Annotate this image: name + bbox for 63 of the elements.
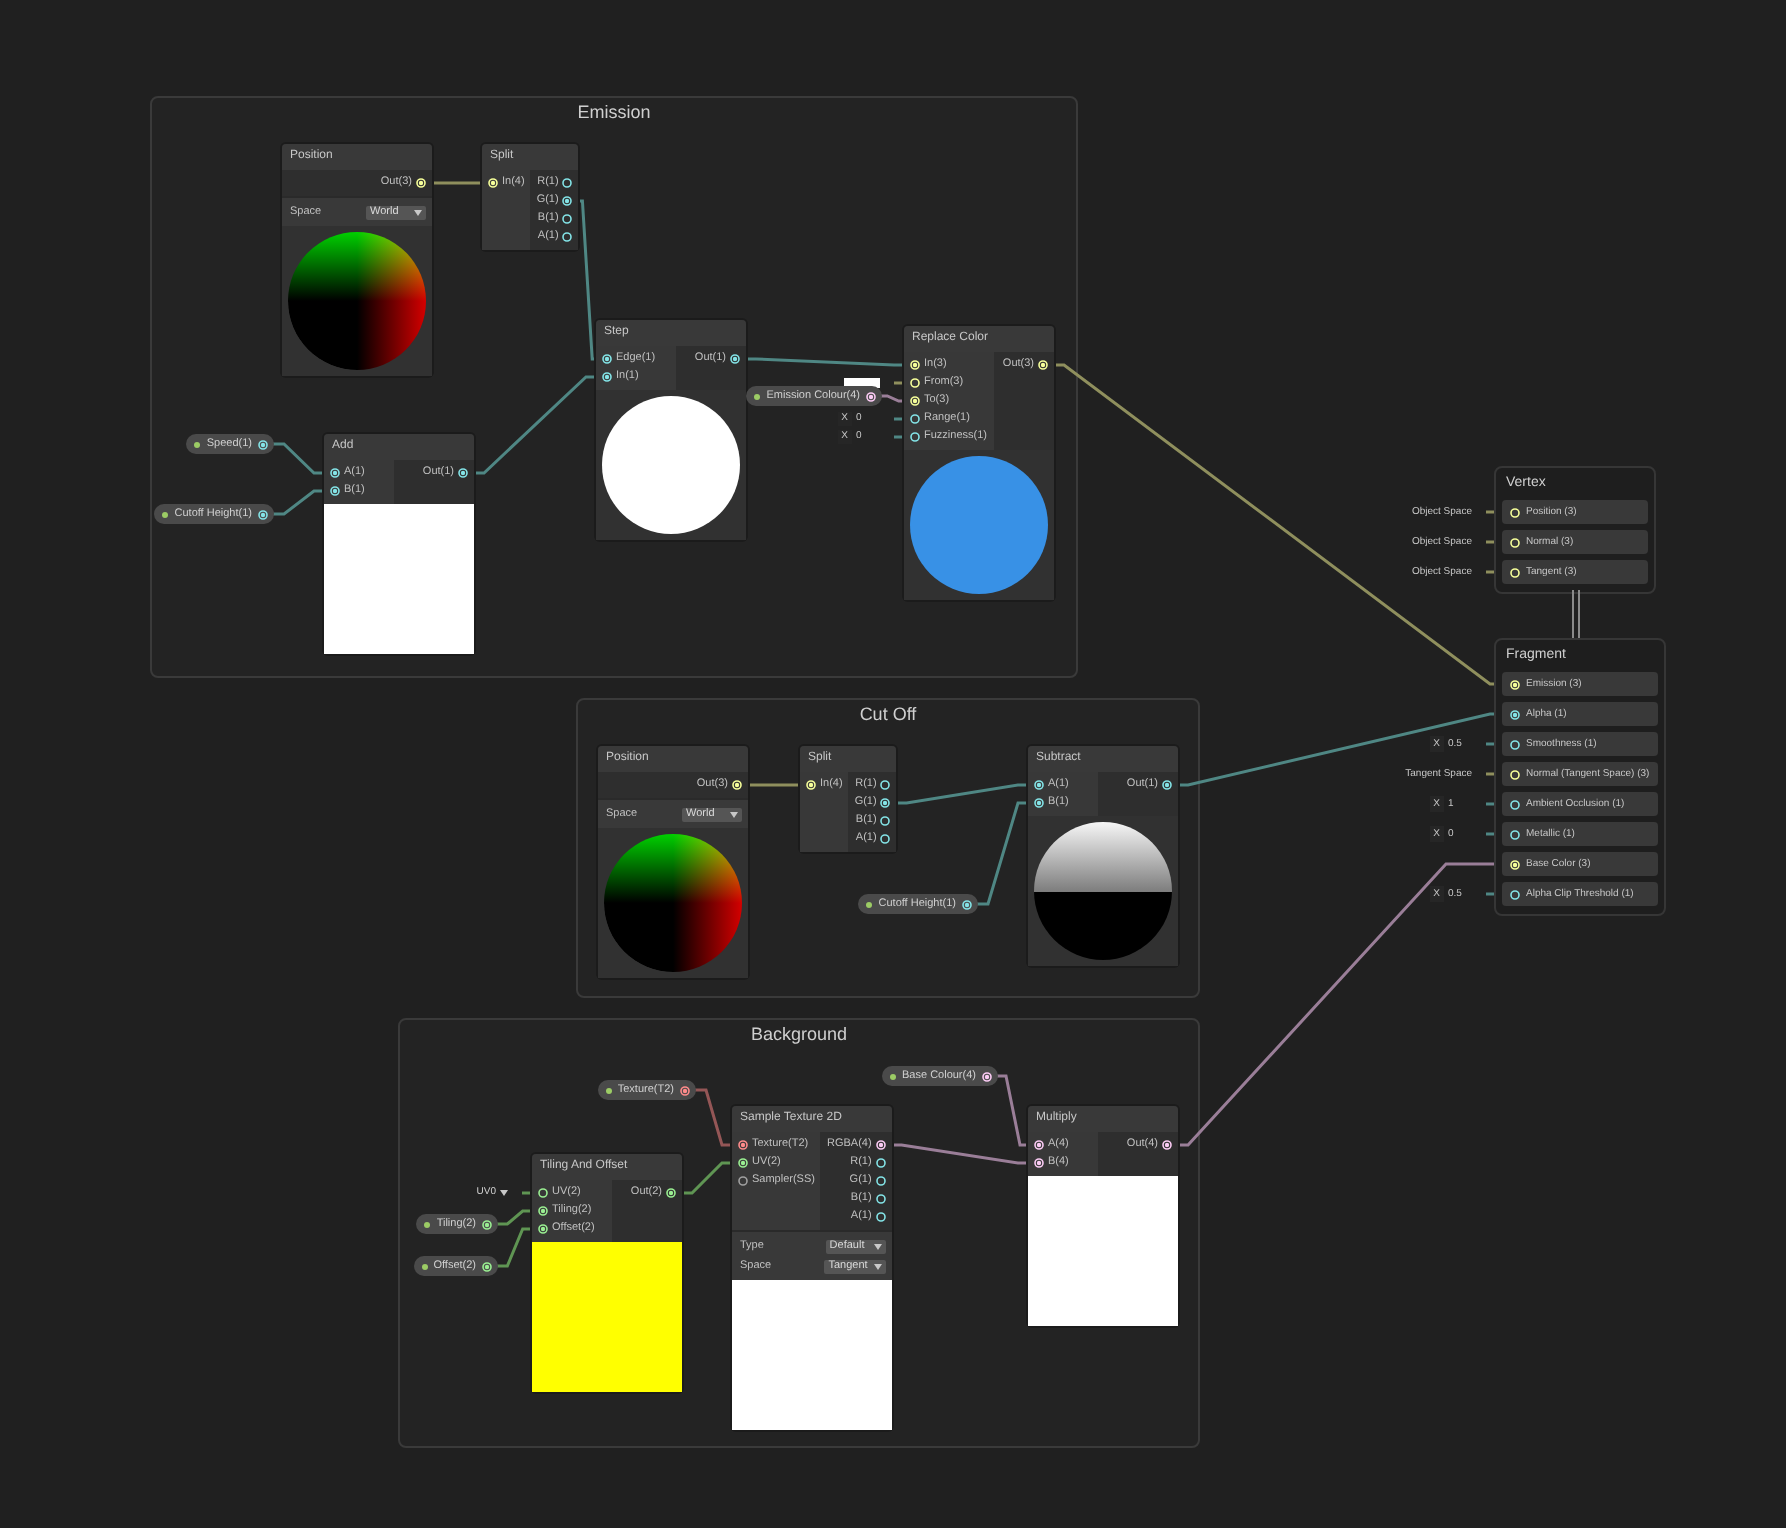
port-icon[interactable] <box>602 372 612 382</box>
context-connector <box>1572 590 1580 638</box>
port-icon[interactable] <box>258 439 268 449</box>
connector-line <box>1486 570 1494 574</box>
port-icon[interactable] <box>730 354 741 364</box>
dot-icon <box>194 441 201 447</box>
caret-icon <box>500 1190 508 1196</box>
port-icon[interactable] <box>875 1194 886 1204</box>
dot-icon <box>162 511 169 517</box>
port-icon[interactable] <box>1510 709 1520 719</box>
port-icon[interactable] <box>458 468 469 478</box>
port-icon[interactable] <box>866 391 876 401</box>
group-title: Emission <box>577 102 651 124</box>
connector-line <box>1486 510 1494 514</box>
dot-icon <box>421 1263 428 1269</box>
connector-line <box>1486 832 1494 836</box>
port-icon[interactable] <box>1510 799 1520 809</box>
port-icon[interactable] <box>562 214 573 224</box>
group-title: Background <box>750 1024 848 1046</box>
port-icon[interactable] <box>910 414 920 424</box>
port-icon[interactable] <box>1034 798 1044 808</box>
port-icon[interactable] <box>880 816 891 826</box>
port-icon[interactable] <box>1510 739 1520 749</box>
port-icon[interactable] <box>1034 1140 1044 1150</box>
connector-line <box>1486 772 1494 776</box>
port-icon[interactable] <box>875 1176 886 1186</box>
port-icon[interactable] <box>562 196 573 206</box>
connector-line <box>1486 802 1494 806</box>
caret-icon <box>873 1263 882 1269</box>
port-icon[interactable] <box>562 178 573 188</box>
port-icon[interactable] <box>258 509 268 519</box>
dot-icon <box>424 1221 431 1227</box>
port-icon[interactable] <box>875 1158 886 1168</box>
connector-line <box>1486 540 1494 544</box>
group-title: Cut Off <box>859 704 917 726</box>
port-icon[interactable] <box>330 486 340 496</box>
caret-icon <box>873 1243 882 1249</box>
port-icon[interactable] <box>880 780 891 790</box>
port-icon[interactable] <box>738 1140 748 1150</box>
port-icon[interactable] <box>1510 889 1520 899</box>
dot-icon <box>866 901 873 907</box>
port-icon[interactable] <box>1034 780 1044 790</box>
port-icon[interactable] <box>602 354 612 364</box>
port-icon[interactable] <box>1034 1158 1044 1168</box>
connector-line <box>1486 892 1494 896</box>
caret-icon <box>730 811 738 817</box>
port-icon[interactable] <box>330 468 340 478</box>
dot-icon <box>890 1073 896 1079</box>
port-icon[interactable] <box>562 232 573 242</box>
port-icon[interactable] <box>1510 829 1520 839</box>
port-icon[interactable] <box>982 1071 992 1081</box>
port-icon[interactable] <box>962 899 972 909</box>
caret-icon <box>414 209 422 215</box>
port-icon[interactable] <box>1162 780 1173 790</box>
dot-icon <box>605 1087 612 1093</box>
connector-line <box>1486 742 1494 746</box>
port-icon[interactable] <box>1162 1140 1173 1150</box>
port-icon[interactable] <box>875 1212 886 1222</box>
port-icon[interactable] <box>910 432 920 442</box>
port-icon[interactable] <box>875 1140 886 1150</box>
port-icon[interactable] <box>880 798 891 808</box>
dot-icon <box>754 393 761 399</box>
port-icon[interactable] <box>880 834 891 844</box>
